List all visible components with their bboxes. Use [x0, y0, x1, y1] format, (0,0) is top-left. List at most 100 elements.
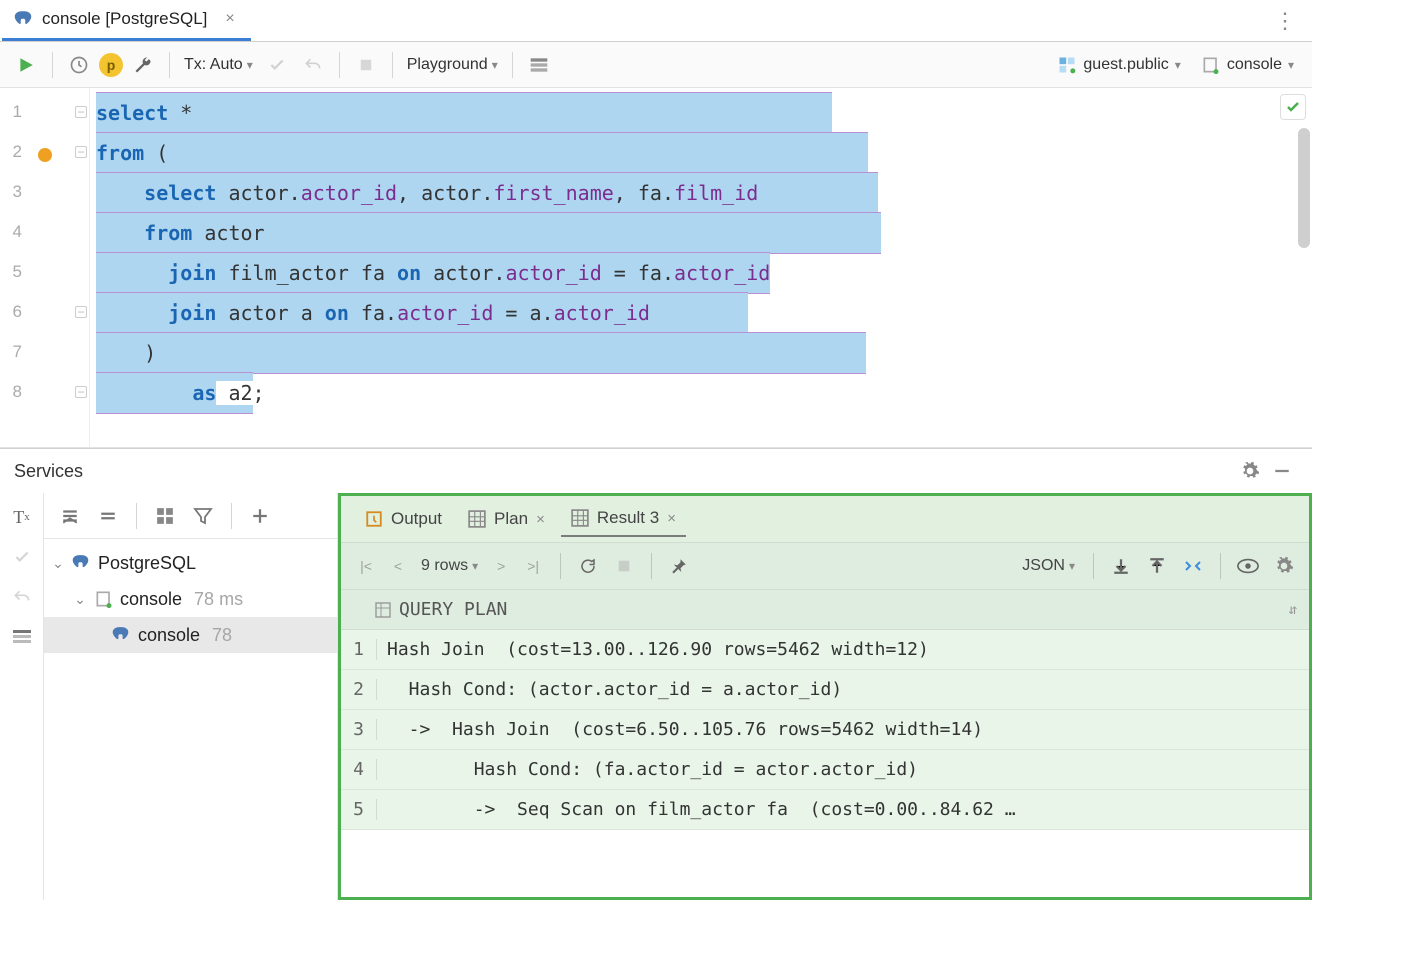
plan-row[interactable]: 3 -> Hash Join (cost=6.50..105.76 rows=5…: [341, 710, 1309, 750]
gear-icon[interactable]: [1269, 551, 1299, 581]
tree-node-console[interactable]: ⌄ console 78 ms: [44, 581, 337, 617]
first-page-icon[interactable]: |<: [351, 551, 381, 581]
inspection-ok-icon[interactable]: [1280, 94, 1306, 120]
row-count-selector[interactable]: 9 rows ▾: [415, 557, 484, 575]
row-number: 1: [341, 639, 377, 660]
editor-scrollbar[interactable]: [1298, 128, 1310, 248]
format-selector[interactable]: JSON ▾: [1016, 557, 1081, 575]
postgresql-icon: [72, 553, 92, 573]
results-toolbar: |< < 9 rows ▾ > >| JSON ▾: [341, 542, 1309, 590]
compare-icon[interactable]: [1178, 551, 1208, 581]
eye-icon[interactable]: [1233, 551, 1263, 581]
plan-column-header[interactable]: QUERY PLAN ⇵: [341, 590, 1309, 630]
console-label: console: [1227, 56, 1282, 74]
close-icon[interactable]: ×: [221, 10, 238, 28]
minimize-icon[interactable]: [1266, 455, 1298, 487]
next-page-icon[interactable]: >: [486, 551, 516, 581]
row-count-label: 9 rows: [421, 557, 468, 575]
group-icon[interactable]: [149, 500, 181, 532]
datasource-icon: [94, 589, 114, 609]
params-icon[interactable]: p: [99, 53, 123, 77]
sql-editor[interactable]: 1− 2− 3 4 5 6− 7 8− select * from ( sele…: [0, 88, 1312, 448]
pin-icon[interactable]: [664, 551, 694, 581]
tx-mode-selector[interactable]: Tx: Auto ▾: [180, 56, 257, 74]
tab-output[interactable]: Output: [355, 501, 452, 537]
filter-icon[interactable]: [187, 500, 219, 532]
sql-toolbar: p Tx: Auto ▾ Playground ▾ guest.public ▾…: [0, 42, 1312, 88]
rollback-icon[interactable]: [297, 49, 329, 81]
tx-mode-label: Tx: Auto: [184, 56, 243, 74]
gear-icon[interactable]: [1234, 455, 1266, 487]
code-content[interactable]: select * from ( select actor.actor_id, a…: [90, 88, 1312, 447]
table-icon: [468, 510, 486, 528]
services-header: Services: [0, 449, 1312, 493]
tree-time: 78: [212, 625, 232, 646]
fold-icon[interactable]: −: [75, 306, 87, 318]
fold-icon[interactable]: −: [75, 386, 87, 398]
warning-marker-icon[interactable]: [38, 148, 52, 162]
close-icon[interactable]: ×: [536, 511, 545, 528]
chevron-down-icon: ▾: [1288, 58, 1294, 72]
close-icon[interactable]: ×: [667, 510, 676, 527]
editor-tab-title: console [PostgreSQL]: [42, 9, 207, 29]
output-icon: [365, 510, 383, 528]
tree-node-console-child[interactable]: console 78: [44, 617, 337, 653]
chevron-down-icon: ▾: [1175, 58, 1181, 72]
expand-all-icon[interactable]: [54, 500, 86, 532]
stop-icon[interactable]: [350, 49, 382, 81]
table-view-icon[interactable]: [523, 49, 555, 81]
history-icon[interactable]: [63, 49, 95, 81]
table-icon: [375, 602, 391, 618]
plan-row[interactable]: 1Hash Join (cost=13.00..126.90 rows=5462…: [341, 630, 1309, 670]
tree-time: 78 ms: [194, 589, 243, 610]
tree-node-postgresql[interactable]: ⌄ PostgreSQL: [44, 545, 337, 581]
playground-selector[interactable]: Playground ▾: [403, 56, 502, 74]
export-up-icon[interactable]: [1142, 551, 1172, 581]
row-number: 2: [341, 679, 377, 700]
plan-row[interactable]: 5 -> Seq Scan on film_actor fa (cost=0.0…: [341, 790, 1309, 830]
chevron-down-icon: ⌄: [72, 591, 88, 608]
tab-plan[interactable]: Plan ×: [458, 501, 555, 537]
schema-icon: [1057, 55, 1077, 75]
services-panel: Services Tx: [0, 448, 1312, 900]
run-button[interactable]: [10, 49, 42, 81]
fold-icon[interactable]: −: [75, 146, 87, 158]
undo-icon[interactable]: [8, 583, 36, 611]
tx-icon[interactable]: Tx: [8, 503, 36, 531]
fold-icon[interactable]: −: [75, 106, 87, 118]
tree-toolbar: [44, 493, 337, 539]
sort-icon[interactable]: ⇵: [1289, 602, 1297, 618]
last-page-icon[interactable]: >|: [518, 551, 548, 581]
plan-text: Hash Cond: (actor.actor_id = a.actor_id): [387, 679, 842, 700]
commit-icon[interactable]: [261, 49, 293, 81]
line-number: 3: [0, 182, 28, 202]
prev-page-icon[interactable]: <: [383, 551, 413, 581]
postgresql-icon: [14, 9, 34, 29]
console-selector[interactable]: console ▾: [1193, 55, 1302, 75]
chevron-down-icon: ▾: [247, 58, 253, 72]
line-number: 6: [0, 302, 28, 322]
editor-gutter: 1− 2− 3 4 5 6− 7 8−: [0, 88, 90, 447]
services-gutter: Tx: [0, 493, 44, 900]
playground-label: Playground: [407, 56, 488, 74]
editor-tabs-bar: console [PostgreSQL] × ⋮: [0, 0, 1312, 42]
postgresql-icon: [112, 625, 132, 645]
table-icon: [571, 509, 589, 527]
export-down-icon[interactable]: [1106, 551, 1136, 581]
layout-icon[interactable]: [8, 623, 36, 651]
tab-result[interactable]: Result 3 ×: [561, 501, 686, 537]
plan-row[interactable]: 4 Hash Cond: (fa.actor_id = actor.actor_…: [341, 750, 1309, 790]
check-icon[interactable]: [8, 543, 36, 571]
collapse-all-icon[interactable]: [92, 500, 124, 532]
wrench-icon[interactable]: [127, 49, 159, 81]
tree-label: console: [138, 625, 200, 646]
more-icon[interactable]: ⋮: [1260, 8, 1310, 34]
add-icon[interactable]: [244, 500, 276, 532]
stop-icon[interactable]: [609, 551, 639, 581]
schema-selector[interactable]: guest.public ▾: [1049, 55, 1188, 75]
editor-tab-console[interactable]: console [PostgreSQL] ×: [2, 1, 251, 41]
line-number: 4: [0, 222, 28, 242]
line-number: 8: [0, 382, 28, 402]
refresh-icon[interactable]: [573, 551, 603, 581]
plan-row[interactable]: 2 Hash Cond: (actor.actor_id = a.actor_i…: [341, 670, 1309, 710]
